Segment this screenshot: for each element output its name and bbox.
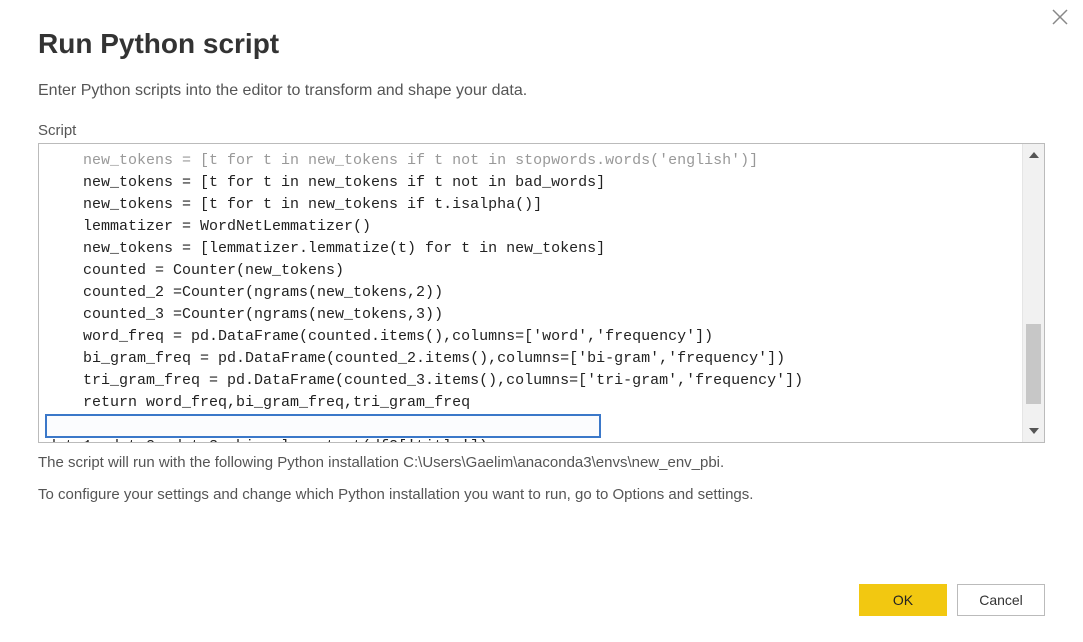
- scroll-up-icon[interactable]: [1023, 144, 1044, 166]
- script-editor[interactable]: new_tokens = [t for t in new_tokens if t…: [38, 143, 1045, 443]
- script-content[interactable]: new_tokens = [t for t in new_tokens if t…: [39, 144, 1022, 442]
- ok-button[interactable]: OK: [859, 584, 947, 616]
- info-installation-path: The script will run with the following P…: [38, 451, 1045, 475]
- script-label: Script: [38, 122, 1045, 139]
- dialog-title: Run Python script: [38, 28, 1045, 60]
- dialog-button-row: OK Cancel: [859, 584, 1045, 616]
- info-settings-hint: To configure your settings and change wh…: [38, 483, 1045, 507]
- scrollbar[interactable]: [1022, 144, 1044, 442]
- dialog-subtitle: Enter Python scripts into the editor to …: [38, 82, 1045, 100]
- scroll-down-icon[interactable]: [1023, 420, 1044, 442]
- cancel-button[interactable]: Cancel: [957, 584, 1045, 616]
- scroll-thumb[interactable]: [1026, 324, 1041, 404]
- close-icon[interactable]: [1051, 8, 1069, 30]
- run-python-script-dialog: Run Python script Enter Python scripts i…: [0, 0, 1083, 642]
